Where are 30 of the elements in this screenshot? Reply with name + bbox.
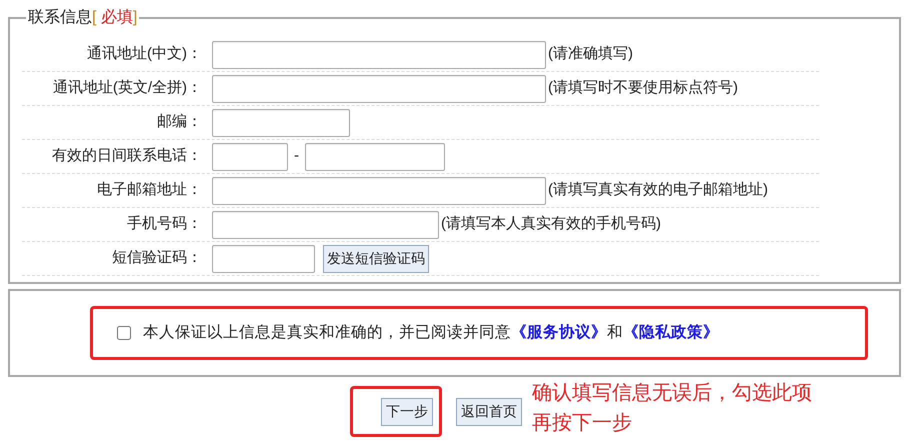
hint-text: (请填写本人真实有效的手机号码) xyxy=(441,214,661,234)
privacy-policy-link[interactable]: 《隐私政策》 xyxy=(623,324,719,342)
text-field[interactable] xyxy=(212,74,546,102)
next-step-button[interactable]: 下一步 xyxy=(381,398,433,426)
field-label: 手机号码： xyxy=(126,214,202,234)
consent-text: 本人保证以上信息是真实和准确的，并已阅读并同意《服务协议》和《隐私政策》 xyxy=(143,322,719,344)
annotation-text: 再按下一步 xyxy=(532,411,633,436)
section-legend: 联系信息[ 必填] xyxy=(26,6,140,30)
hint-text: (请填写真实有效的电子邮箱地址) xyxy=(548,180,768,200)
hint-text: (请准确填写) xyxy=(548,44,633,64)
separator-text: - xyxy=(294,146,299,166)
text-field[interactable] xyxy=(212,40,546,68)
hint-text: (请填写时不要使用标点符号) xyxy=(548,78,738,98)
home-button[interactable]: 返回首页 xyxy=(456,398,522,426)
text-field[interactable] xyxy=(212,210,439,238)
text-field[interactable] xyxy=(212,108,350,136)
text-field[interactable] xyxy=(212,176,546,204)
field-label: 通讯地址(中文)： xyxy=(86,44,202,64)
phone-field[interactable] xyxy=(305,142,445,170)
send-code-button[interactable]: 发送短信验证码 xyxy=(323,244,429,272)
area-code-field[interactable] xyxy=(212,142,288,170)
field-label: 邮编： xyxy=(156,112,202,132)
field-label: 有效的日间联系电话： xyxy=(51,146,202,166)
service-agreement-link[interactable]: 《服务协议》 xyxy=(511,324,607,342)
annotation-text: 确认填写信息无误后，勾选此项 xyxy=(532,381,812,406)
field-label: 通讯地址(英文/全拼)： xyxy=(52,78,202,98)
code-field[interactable] xyxy=(212,244,315,272)
field-label: 电子邮箱地址： xyxy=(96,180,202,200)
field-label: 短信验证码： xyxy=(111,248,202,268)
consent-checkbox[interactable] xyxy=(117,326,131,340)
